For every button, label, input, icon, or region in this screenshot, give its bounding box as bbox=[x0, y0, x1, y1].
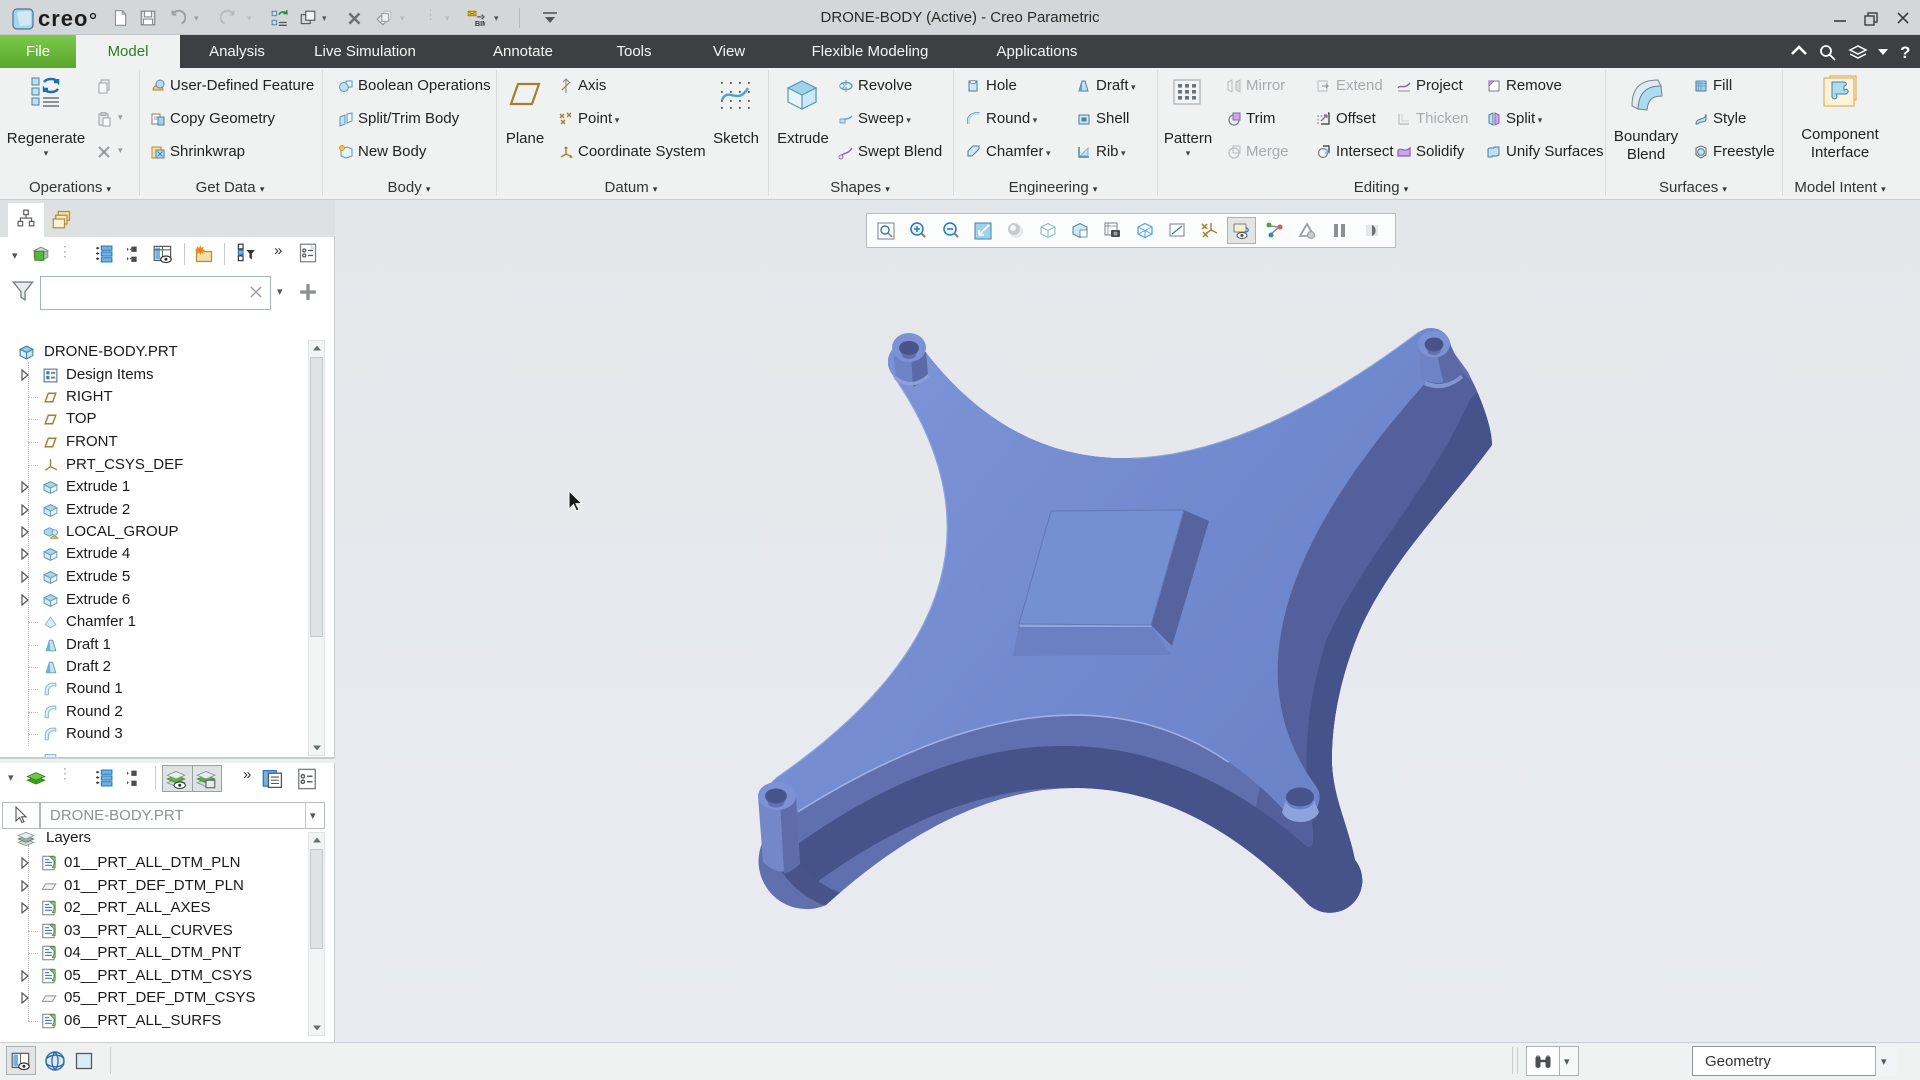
svg-text:?: ? bbox=[1900, 43, 1910, 62]
svg-text:BIM: BIM bbox=[475, 19, 485, 27]
svg-text:creo: creo bbox=[38, 6, 88, 31]
